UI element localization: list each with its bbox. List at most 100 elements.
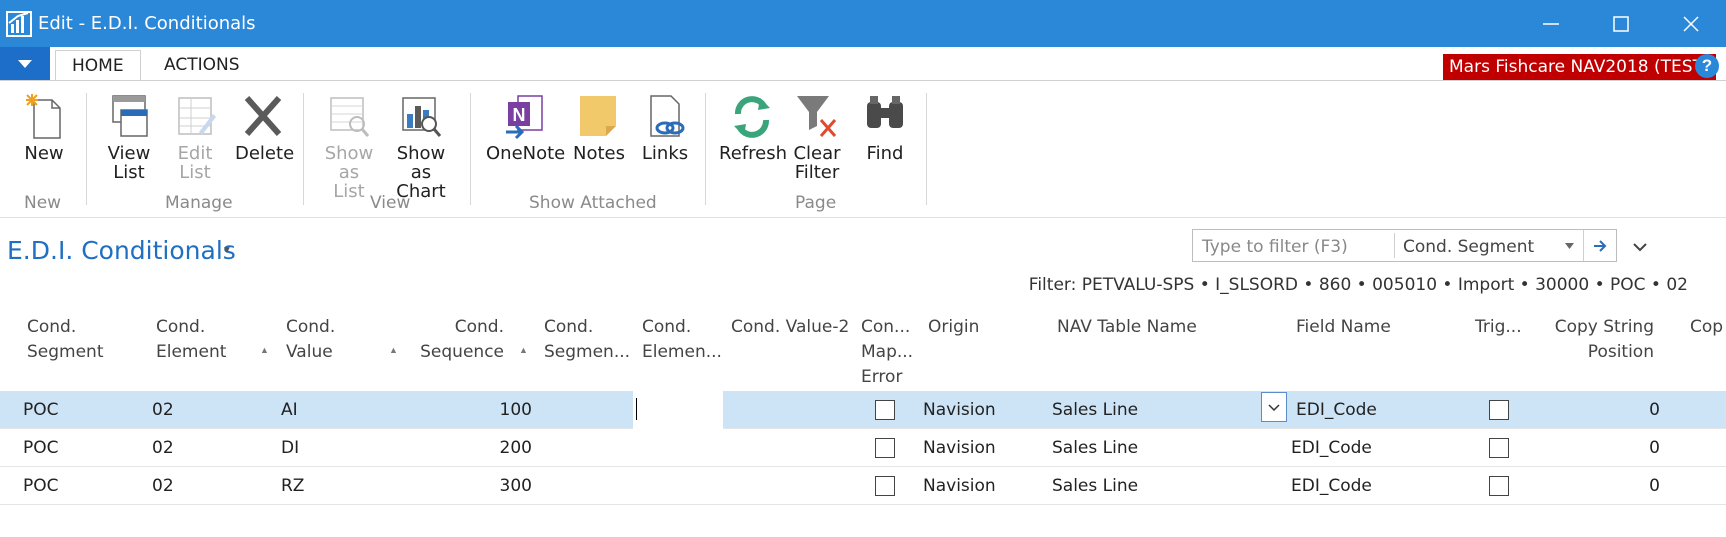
column-header-cond-value[interactable]: Cond. Value	[286, 315, 335, 365]
cell-origin[interactable]: Navision	[923, 467, 996, 505]
minimize-button[interactable]	[1516, 0, 1586, 47]
show-as-list-button[interactable]: Show as List	[322, 92, 376, 201]
column-header-cond-element-2[interactable]: Cond. Elemen...	[642, 315, 722, 365]
cell-copy-string-position[interactable]: 0	[1600, 429, 1660, 467]
column-header-field-name[interactable]: Field Name	[1296, 315, 1391, 340]
cell-cond-sequence[interactable]: 300	[440, 467, 532, 505]
close-button[interactable]	[1656, 0, 1726, 47]
tab-home[interactable]: HOME	[55, 50, 141, 81]
new-label: New	[24, 143, 64, 164]
checkbox-trigger[interactable]	[1489, 438, 1509, 458]
cell-cond-segment[interactable]: POC	[23, 429, 59, 467]
refresh-button[interactable]: Refresh	[719, 92, 787, 164]
column-header-copy-string-position[interactable]: Copy String Position	[1548, 315, 1654, 365]
cell-cond-element[interactable]: 02	[152, 429, 174, 467]
header-line: Segmen...	[544, 342, 631, 362]
cell-origin[interactable]: Navision	[923, 391, 996, 429]
cell-nav-table-name[interactable]: Sales Line	[1052, 429, 1138, 467]
cell-nav-table-name[interactable]: Sales Line	[1052, 467, 1138, 505]
table-row[interactable]: POC 02 RZ 300 Navision Sales Line EDI_Co…	[0, 467, 1726, 505]
column-header-nav-table-name[interactable]: NAV Table Name	[1057, 315, 1197, 340]
cell-nav-table-name[interactable]: Sales Line	[1052, 391, 1138, 429]
ribbon-separator	[470, 93, 471, 205]
column-header-cond-element[interactable]: Cond. Element	[156, 315, 226, 365]
cell-cond-segment[interactable]: POC	[23, 467, 59, 505]
header-line: Position	[1587, 342, 1654, 362]
page-title[interactable]: E.D.I. Conditionals	[7, 236, 236, 265]
nav-table-dropdown-button[interactable]	[1261, 392, 1287, 422]
column-header-trigger[interactable]: Trig...	[1475, 315, 1522, 340]
delete-label: Delete	[235, 143, 295, 164]
binoculars-icon	[867, 96, 903, 128]
notes-icon	[580, 96, 616, 136]
header-line: NAV Table Name	[1057, 317, 1197, 337]
filter-divider	[1394, 233, 1395, 258]
column-header-cond-segment[interactable]: Cond. Segment	[27, 315, 104, 365]
page-title-caret-icon[interactable]: ▼	[222, 245, 232, 256]
header-line: Element	[156, 342, 227, 362]
column-header-copy-cut[interactable]: Cop	[1690, 315, 1723, 340]
edit-list-label-line1: Edit	[177, 143, 213, 164]
apply-filter-button[interactable]	[1583, 230, 1617, 261]
checkbox-trigger[interactable]	[1489, 400, 1509, 420]
cell-copy-string-position[interactable]: 0	[1600, 467, 1660, 505]
cell-origin[interactable]: Navision	[923, 429, 996, 467]
cell-cond-value[interactable]: AI	[281, 391, 298, 429]
maximize-button[interactable]	[1586, 0, 1656, 47]
clear-filter-button[interactable]: Clear Filter	[792, 92, 842, 182]
header-line: Cond.	[454, 317, 504, 337]
cell-field-name[interactable]: EDI_Code	[1291, 467, 1372, 505]
collapse-chevron-icon[interactable]	[1633, 243, 1647, 252]
column-header-map-error[interactable]: Con... Map... Error	[861, 315, 913, 390]
links-button[interactable]: Links	[640, 92, 690, 163]
edit-list-button[interactable]: Edit List	[170, 92, 220, 182]
show-as-chart-label-line1: Show as	[396, 143, 446, 183]
cell-cond-element[interactable]: 02	[152, 467, 174, 505]
cond-element-2-edit-input[interactable]	[633, 391, 723, 429]
cell-cond-value[interactable]: RZ	[281, 467, 304, 505]
delete-button[interactable]: Delete	[235, 92, 295, 164]
column-header-cond-value-2[interactable]: Cond. Value-2	[731, 315, 849, 340]
header-line: Cond. Value-2	[731, 317, 850, 337]
cell-field-name[interactable]: EDI_Code	[1291, 429, 1372, 467]
onenote-button[interactable]: N OneNote	[486, 92, 565, 163]
window-title: Edit - E.D.I. Conditionals	[38, 13, 256, 34]
cell-cond-value[interactable]: DI	[281, 429, 299, 467]
refresh-label: Refresh	[719, 143, 787, 164]
ribbon-separator	[705, 93, 706, 205]
links-icon	[650, 95, 685, 137]
column-header-cond-sequence[interactable]: Cond. Sequence	[420, 315, 504, 365]
view-list-button[interactable]: View List	[104, 92, 154, 182]
header-line: Cop	[1690, 317, 1724, 337]
notes-button[interactable]: Notes	[573, 92, 625, 163]
chevron-down-icon[interactable]	[1565, 243, 1574, 249]
column-header-cond-segment-2[interactable]: Cond. Segmen...	[544, 315, 630, 365]
column-header-origin[interactable]: Origin	[928, 315, 979, 340]
checkbox-map-error[interactable]	[875, 438, 895, 458]
find-button[interactable]: Find	[860, 92, 910, 163]
cell-cond-sequence[interactable]: 200	[440, 429, 532, 467]
table-row[interactable]: POC 02 AI 100 Navision Sales Line EDI_Co…	[0, 391, 1726, 429]
cell-copy-string-position[interactable]: 0	[1600, 391, 1660, 429]
application-menu-button[interactable]	[0, 47, 50, 81]
cell-cond-sequence[interactable]: 100	[440, 391, 532, 429]
filter-field-select[interactable]: Cond. Segment	[1403, 237, 1534, 257]
show-as-chart-button[interactable]: Show as Chart	[384, 92, 458, 201]
cell-field-name[interactable]: EDI_Code	[1296, 391, 1377, 429]
table-row[interactable]: POC 02 DI 200 Navision Sales Line EDI_Co…	[0, 429, 1726, 467]
checkbox-map-error[interactable]	[875, 476, 895, 496]
header-line: Trig...	[1475, 317, 1522, 337]
new-button[interactable]: New	[19, 92, 69, 163]
header-line: Error	[861, 367, 903, 387]
cell-cond-element[interactable]: 02	[152, 391, 174, 429]
group-label-new: New	[24, 193, 62, 213]
header-line: Copy String	[1554, 317, 1654, 337]
edit-list-icon	[178, 97, 216, 135]
checkbox-map-error[interactable]	[875, 400, 895, 420]
cell-cond-segment[interactable]: POC	[23, 391, 59, 429]
tab-actions[interactable]: ACTIONS	[148, 50, 256, 81]
help-icon[interactable]: ?	[1695, 54, 1719, 78]
checkbox-trigger[interactable]	[1489, 476, 1509, 496]
filter-input[interactable]: Type to filter (F3)	[1202, 237, 1348, 257]
ribbon-separator	[86, 93, 87, 205]
